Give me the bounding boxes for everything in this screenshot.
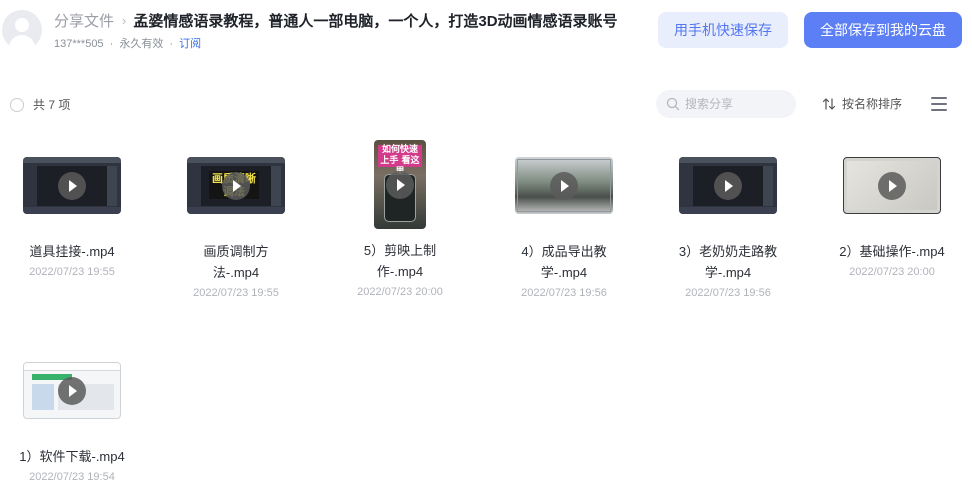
share-meta: 137***505 · 永久有效 · 订阅	[54, 35, 201, 51]
page-title: 孟婆情感语录教程，普通人一部电脑，一个人，打造3D动画情感语录账号	[133, 12, 618, 30]
video-thumbnail[interactable]	[679, 157, 777, 214]
file-item[interactable]: 画质清晰调法 画质调制方法-.mp4 2022/07/23 19:55	[172, 140, 300, 301]
play-icon[interactable]	[222, 171, 250, 200]
file-name[interactable]: 2）基础操作-.mp4	[828, 241, 956, 262]
video-thumbnail[interactable]: 如何快速上手 看这里	[374, 140, 426, 229]
play-icon[interactable]	[58, 171, 86, 200]
video-thumbnail[interactable]	[23, 362, 121, 419]
sharer-id: 137***505	[54, 38, 104, 50]
play-icon[interactable]	[386, 170, 414, 199]
chevron-right-icon: ›	[122, 12, 127, 28]
avatar-head	[15, 18, 29, 32]
file-date: 2022/07/23 19:55	[193, 287, 279, 299]
thumbnail-caption: 如何快速上手 看这里	[378, 145, 422, 177]
meta-separator: ·	[109, 38, 114, 50]
video-thumbnail[interactable]	[843, 157, 941, 214]
file-item[interactable]: 如何快速上手 看这里 5）剪映上制作-.mp4 2022/07/23 20:00	[336, 140, 464, 300]
play-icon[interactable]	[58, 376, 86, 405]
file-item[interactable]: 1）软件下载-.mp4 2022/07/23 19:54	[8, 345, 136, 485]
video-thumbnail[interactable]	[23, 157, 121, 214]
file-name[interactable]: 道具挂接-.mp4	[8, 241, 136, 262]
file-name[interactable]: 画质调制方法-.mp4	[172, 241, 300, 283]
validity-text: 永久有效	[119, 38, 164, 50]
file-date: 2022/07/23 19:55	[29, 266, 115, 278]
breadcrumb-root[interactable]: 分享文件	[54, 10, 114, 31]
play-icon[interactable]	[878, 171, 906, 200]
file-name[interactable]: 4）成品导出教学-.mp4	[500, 241, 628, 283]
play-icon[interactable]	[714, 171, 742, 200]
file-name[interactable]: 5）剪映上制作-.mp4	[336, 240, 464, 282]
search-box[interactable]	[656, 90, 796, 118]
mobile-save-button[interactable]: 用手机快速保存	[658, 12, 788, 48]
video-thumbnail[interactable]: 画质清晰调法	[187, 157, 285, 214]
search-input[interactable]	[685, 97, 781, 111]
file-item[interactable]: 3）老奶奶走路教学-.mp4 2022/07/23 19:56	[664, 140, 792, 301]
sort-button[interactable]: 按名称排序	[822, 95, 902, 112]
save-all-button[interactable]: 全部保存到我的云盘	[804, 12, 962, 48]
meta-separator: ·	[169, 38, 174, 50]
subscribe-link[interactable]: 订阅	[179, 38, 201, 50]
item-count: 共 7 项	[33, 98, 71, 112]
list-view-icon[interactable]	[931, 97, 947, 111]
file-date: 2022/07/23 19:56	[685, 287, 771, 299]
file-item[interactable]: 2）基础操作-.mp4 2022/07/23 20:00	[828, 140, 956, 280]
file-date: 2022/07/23 19:56	[521, 287, 607, 299]
video-thumbnail[interactable]	[515, 157, 613, 214]
file-date: 2022/07/23 19:54	[29, 471, 115, 483]
sort-icon	[822, 97, 836, 110]
file-name[interactable]: 3）老奶奶走路教学-.mp4	[664, 241, 792, 283]
file-date: 2022/07/23 20:00	[357, 286, 443, 298]
file-date: 2022/07/23 20:00	[849, 266, 935, 278]
select-all-radio[interactable]	[10, 97, 24, 112]
file-item[interactable]: 道具挂接-.mp4 2022/07/23 19:55	[8, 140, 136, 280]
file-item[interactable]: 4）成品导出教学-.mp4 2022/07/23 19:56	[500, 140, 628, 301]
play-icon[interactable]	[550, 171, 578, 200]
breadcrumb: 分享文件 › 孟婆情感语录教程，普通人一部电脑，一个人，打造3D动画情感语录账号	[54, 10, 618, 30]
avatar-body	[9, 35, 35, 50]
search-icon	[666, 97, 680, 111]
sort-label: 按名称排序	[842, 97, 903, 111]
select-all[interactable]: 共 7 项	[10, 96, 70, 113]
avatar	[2, 10, 42, 50]
file-name[interactable]: 1）软件下载-.mp4	[8, 446, 136, 467]
